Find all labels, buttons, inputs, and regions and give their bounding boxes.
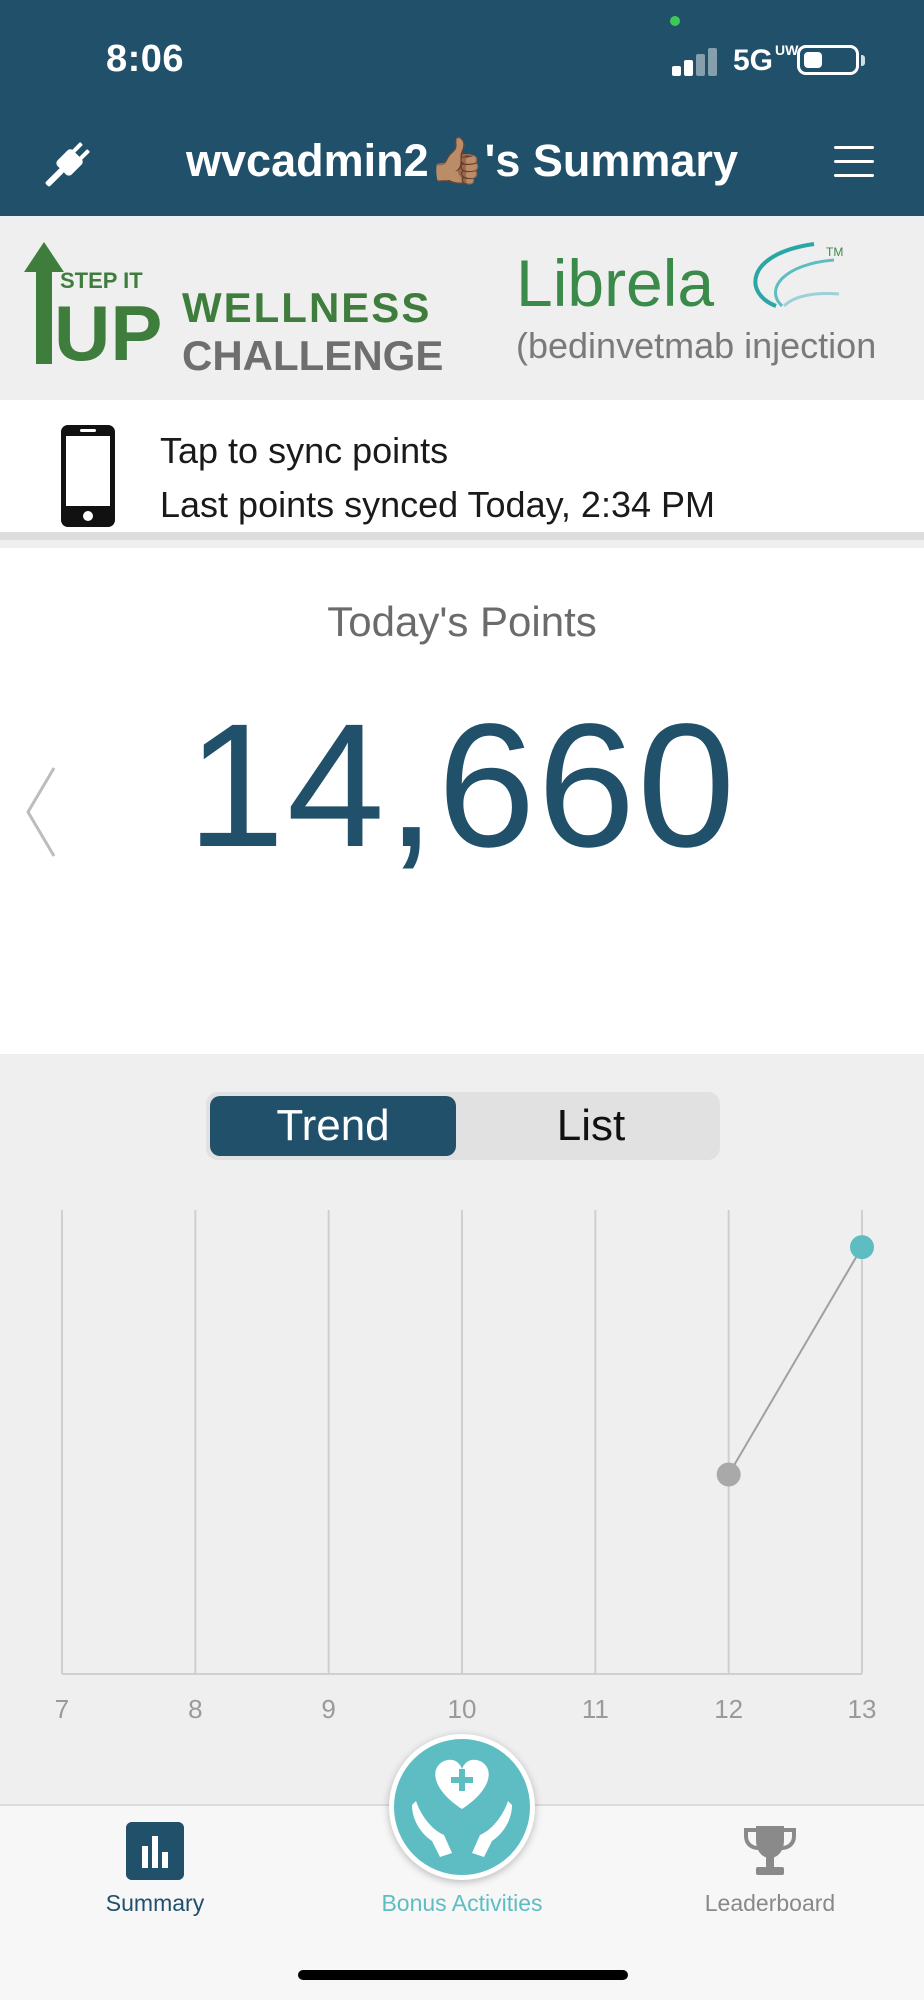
trend-list-toggle[interactable]: Trend List [206, 1092, 720, 1160]
librela-name-text: Librela [516, 246, 714, 320]
trophy-icon [744, 1826, 796, 1875]
x-tick-label: 7 [55, 1694, 69, 1724]
data-point [716, 1462, 741, 1487]
trend-section: Trend List 7 8 9 10 11 12 13 [0, 1054, 924, 1804]
tab-leaderboard[interactable]: Leaderboard [670, 1806, 870, 1916]
network-type: 5G UW [733, 42, 799, 77]
sponsor-banner: STEP IT UP WELLNESS CHALLENGE Librela TM… [0, 216, 924, 400]
x-tick-label: 8 [188, 1694, 202, 1724]
x-tick-label: 9 [321, 1694, 335, 1724]
x-tick-label: 10 [448, 1694, 477, 1724]
logo-challenge-text: CHALLENGE [182, 332, 443, 376]
points-trend-chart: 7 8 9 10 11 12 13 [55, 1210, 877, 1724]
librela-tm-text: TM [826, 245, 843, 259]
points-label: Today's Points [327, 598, 597, 645]
tab-leaderboard-label: Leaderboard [704, 1890, 836, 1916]
data-point [850, 1235, 874, 1260]
sync-action-label: Tap to sync points [160, 430, 449, 471]
step-it-up-logo: STEP IT UP WELLNESS CHALLENGE [24, 242, 443, 376]
battery-nub [861, 55, 865, 66]
logo-up-text: UP [54, 289, 162, 376]
x-tick-label: 12 [714, 1694, 743, 1724]
librela-subtitle-text: (bedinvetmab injection) [516, 325, 874, 366]
tab-summary-label: Summary [105, 1890, 205, 1916]
bonus-activities-button[interactable] [389, 1734, 535, 1880]
app-header: 8:06 5G UW wvcadmin2👍🏽's Summary [0, 0, 924, 216]
librela-logo: Librela TM (bedinvetmab injection) [516, 242, 874, 366]
hamburger-menu-icon[interactable] [834, 146, 874, 178]
page-title: wvcadmin2👍🏽's Summary [186, 135, 738, 186]
logo-wellness-text: WELLNESS [182, 284, 431, 331]
phone-icon [61, 425, 115, 527]
tab-bonus-label: Bonus Activities [381, 1890, 543, 1916]
network-badge: UW [775, 42, 799, 58]
x-tick-label: 11 [582, 1694, 609, 1724]
points-value: 14,660 [186, 688, 738, 884]
home-indicator [298, 1970, 628, 1980]
tab-trend[interactable]: Trend [210, 1096, 456, 1156]
bar-chart-icon [126, 1822, 184, 1880]
x-tick-label: 13 [848, 1694, 877, 1724]
previous-day-chevron-icon[interactable] [20, 764, 60, 860]
heart-hands-icon [412, 1759, 512, 1857]
status-time: 8:06 [106, 38, 185, 80]
camera-indicator-dot [670, 16, 680, 26]
battery-icon [797, 45, 859, 75]
battery-fill [804, 52, 822, 68]
trend-line [727, 1246, 863, 1475]
tab-list[interactable]: List [466, 1096, 716, 1156]
tab-summary[interactable]: Summary [60, 1806, 250, 1916]
last-synced-text: Last points synced Today, 2:34 PM [160, 484, 715, 525]
todays-points-card: Today's Points 14,660 [0, 548, 924, 1054]
sync-points-row[interactable]: Tap to sync points Last points synced To… [0, 400, 924, 540]
cellular-signal-icon [672, 46, 724, 76]
